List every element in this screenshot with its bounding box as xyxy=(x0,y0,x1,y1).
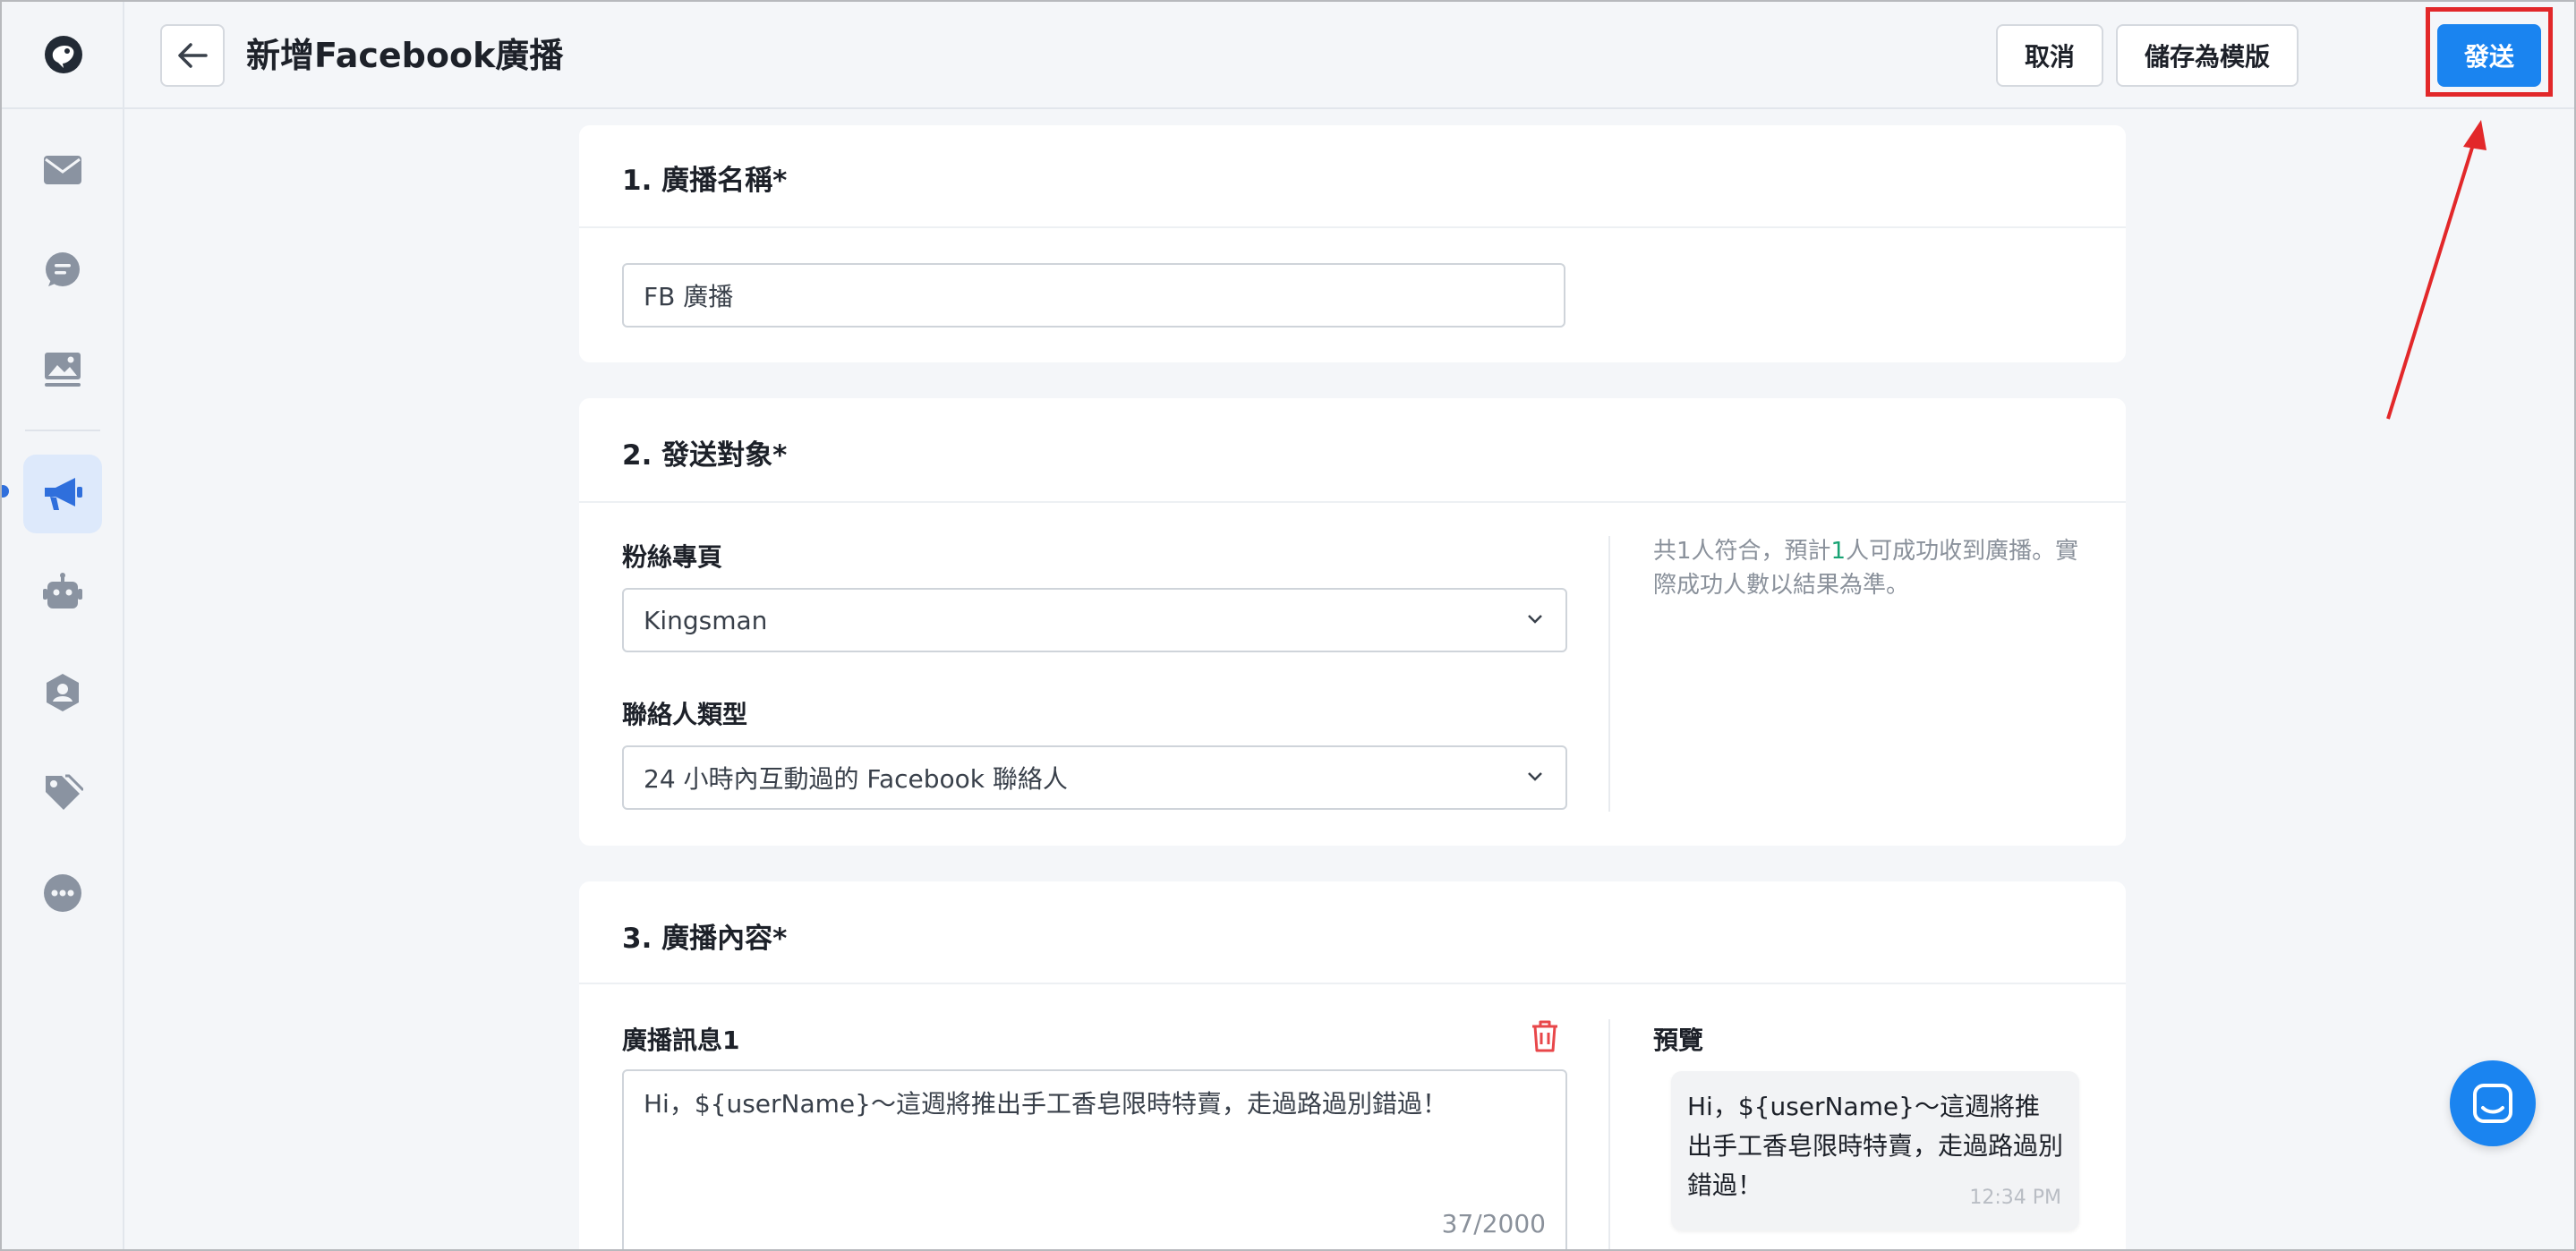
section-title: 1. 廣播名稱* xyxy=(622,165,788,197)
app-window: 新增Facebook廣播 取消 儲存為模版 發送 1. 廣播名稱* FB 廣播 … xyxy=(0,0,2576,1251)
broadcast-name-input[interactable]: FB 廣播 xyxy=(622,263,1565,328)
message-label: 廣播訊息1 xyxy=(622,1025,740,1055)
card-header: 3. 廣播內容* xyxy=(579,881,2126,984)
column-divider xyxy=(1608,536,1610,812)
annotation-arrow xyxy=(2386,120,2486,420)
more-icon xyxy=(44,874,81,912)
sidebar-item-more[interactable] xyxy=(23,854,102,932)
sidebar-item-inbox[interactable] xyxy=(23,131,102,209)
sidebar-item-chat[interactable] xyxy=(23,231,102,310)
fan-page-label: 粉絲專頁 xyxy=(622,542,723,572)
preview-label: 預覽 xyxy=(1653,1025,1704,1055)
chevron-down-icon xyxy=(1528,615,1542,624)
audience-estimate-text: 共1人符合，預計1人可成功收到廣播。實際成功人數以結果為準。 xyxy=(1653,538,2079,599)
fan-page-select-value: Kingsman xyxy=(644,605,768,635)
section-title: 2. 發送對象* xyxy=(622,439,788,472)
broadcast-megaphone-icon xyxy=(45,478,82,510)
delete-message-button[interactable] xyxy=(1530,1019,1560,1057)
section-title: 3. 廣播內容* xyxy=(622,923,788,955)
logo-icon[interactable] xyxy=(2,2,124,109)
sidebar-item-contacts[interactable] xyxy=(23,653,102,732)
cancel-button[interactable]: 取消 xyxy=(1996,24,2103,87)
image-library-icon xyxy=(45,353,81,387)
sidebar-item-media[interactable] xyxy=(23,330,102,409)
message-textarea[interactable]: Hi，${userName}～這週將推出手工香皂限時特賣，走過路過別錯過！ 37… xyxy=(622,1069,1567,1249)
broadcast-name-card: 1. 廣播名稱* FB 廣播 xyxy=(579,125,2126,362)
card-header: 1. 廣播名稱* xyxy=(579,125,2126,228)
send-button[interactable]: 發送 xyxy=(2437,24,2541,87)
preview-message-bubble: Hi，${userName}～這週將推出手工香皂限時特賣，走過路過別錯過！ 12… xyxy=(1671,1071,2079,1230)
chat-icon xyxy=(46,252,80,286)
chat-bubble-icon xyxy=(2473,1084,2512,1123)
support-chat-button[interactable] xyxy=(2450,1060,2536,1146)
card-header: 2. 發送對象* xyxy=(579,398,2126,503)
contact-type-label: 聯絡人類型 xyxy=(622,700,748,729)
bot-icon xyxy=(43,573,82,608)
trash-icon xyxy=(1532,1020,1557,1052)
active-indicator xyxy=(2,485,9,498)
audience-card: 2. 發送對象* 粉絲專頁 Kingsman 聯絡人類型 24 小時內互動過的 … xyxy=(579,398,2126,846)
inbox-icon xyxy=(44,156,81,184)
preview-timestamp: 12:34 PM xyxy=(1969,1187,2061,1209)
char-counter: 37/2000 xyxy=(1441,1209,1546,1238)
contacts-shield-icon xyxy=(47,674,79,711)
save-as-template-button[interactable]: 儲存為模版 xyxy=(2116,24,2299,87)
message-text: Hi，${userName}～這週將推出手工香皂限時特賣，走過路過別錯過！ xyxy=(644,1089,1447,1119)
arrow-left-icon xyxy=(178,43,208,68)
chevron-down-icon xyxy=(1528,772,1542,781)
contact-type-select[interactable]: 24 小時內互動過的 Facebook 聯絡人 xyxy=(622,745,1567,810)
sidebar-item-tags[interactable] xyxy=(23,753,102,832)
sidebar xyxy=(2,2,124,1249)
contact-type-select-value: 24 小時內互動過的 Facebook 聯絡人 xyxy=(644,764,1068,794)
fan-page-select[interactable]: Kingsman xyxy=(622,588,1567,652)
back-button[interactable] xyxy=(160,24,225,87)
sidebar-divider xyxy=(25,430,100,431)
page-title: 新增Facebook廣播 xyxy=(246,36,564,75)
content-card: 3. 廣播內容* 廣播訊息1 Hi，${userName}～這週將推出手工香皂限… xyxy=(579,881,2126,1249)
tags-icon xyxy=(46,774,83,810)
sidebar-item-bot[interactable] xyxy=(23,553,102,632)
column-divider xyxy=(1608,1019,1610,1249)
sidebar-item-broadcast[interactable] xyxy=(23,455,102,533)
